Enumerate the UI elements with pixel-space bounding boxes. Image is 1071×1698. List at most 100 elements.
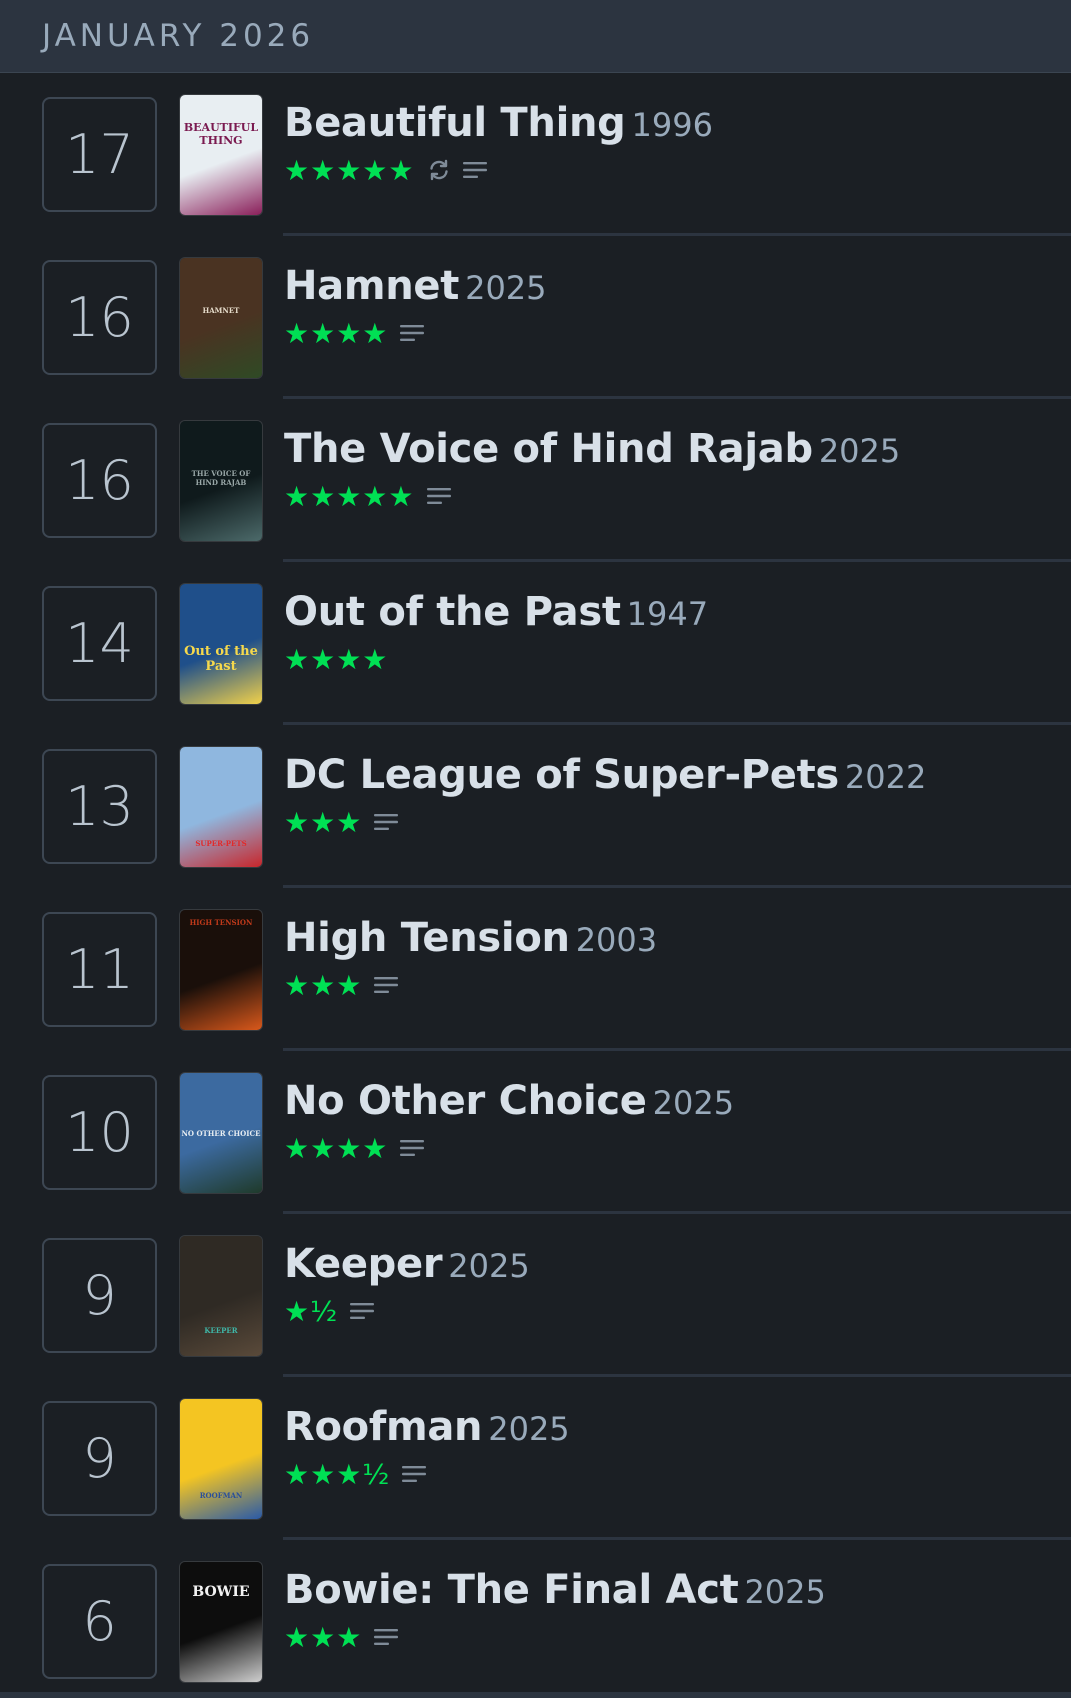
diary-entry[interactable]: 10 NO OTHER CHOICE No Other Choice 2025 ★★★★: [0, 1051, 1071, 1214]
meta-line: ★★★★★: [284, 153, 713, 187]
diary-entry[interactable]: 16 HAMNET Hamnet 2025 ★★★★: [0, 236, 1071, 399]
entry-info: High Tension 2003 ★★★: [284, 918, 657, 1002]
diary-entry[interactable]: 9 ROOFMAN Roofman 2025 ★★★½: [0, 1377, 1071, 1540]
film-poster[interactable]: ROOFMAN: [180, 1399, 262, 1519]
review-lines-icon[interactable]: [350, 1302, 375, 1320]
title-line: No Other Choice 2025: [284, 1081, 734, 1121]
review-lines-icon[interactable]: [374, 1628, 399, 1646]
film-title[interactable]: No Other Choice: [284, 1078, 647, 1124]
film-title[interactable]: Roofman: [284, 1404, 483, 1450]
star-rating: ★★★: [284, 968, 363, 1002]
film-year[interactable]: 2025: [744, 1573, 825, 1611]
day-number[interactable]: 13: [42, 749, 157, 864]
film-year[interactable]: 2022: [845, 758, 926, 796]
meta-line: ★½: [284, 1294, 530, 1328]
entry-info: Bowie: The Final Act 2025 ★★★: [284, 1570, 826, 1654]
title-line: Bowie: The Final Act 2025: [284, 1570, 826, 1610]
meta-line: ★★★: [284, 968, 657, 1002]
day-number[interactable]: 16: [42, 260, 157, 375]
title-line: Hamnet 2025: [284, 266, 547, 306]
diary-entry[interactable]: 16 THE VOICE OF HIND RAJAB The Voice of Hi…: [0, 399, 1071, 562]
diary-entry[interactable]: 9 KEEPER Keeper 2025 ★½: [0, 1214, 1071, 1377]
day-number[interactable]: 10: [42, 1075, 157, 1190]
poster-title-text: THE VOICE OF HIND RAJAB: [191, 469, 251, 487]
review-lines-icon[interactable]: [374, 976, 399, 994]
day-number[interactable]: 9: [42, 1401, 157, 1516]
diary-entry[interactable]: 11 HIGH TENSION High Tension 2003 ★★★: [0, 888, 1071, 1051]
entry-info: Keeper 2025 ★½: [284, 1244, 530, 1328]
film-title[interactable]: Hamnet: [284, 263, 459, 309]
diary-page: JANUARY 2026 17 BEAUTIFUL THING Beautiful …: [0, 0, 1071, 1698]
entry-info: Out of the Past 1947 ★★★★: [284, 589, 708, 676]
review-lines-icon[interactable]: [402, 1465, 427, 1483]
star-rating: ★★★: [284, 1620, 363, 1654]
entry-info: DC League of Super-Pets 2022 ★★★: [284, 755, 926, 839]
day-number[interactable]: 9: [42, 1238, 157, 1353]
review-lines-icon[interactable]: [400, 324, 425, 342]
meta-line: ★★★★: [284, 316, 547, 350]
review-lines-icon[interactable]: [462, 161, 487, 179]
poster-title-text: BOWIE: [192, 1584, 250, 1600]
film-year[interactable]: 2025: [448, 1247, 529, 1285]
day-number[interactable]: 16: [42, 423, 157, 538]
film-year[interactable]: 2025: [819, 432, 900, 470]
poster-title-text: SUPER-PETS: [195, 839, 247, 848]
film-poster[interactable]: KEEPER: [180, 1236, 262, 1356]
review-lines-icon[interactable]: [426, 487, 451, 505]
film-title[interactable]: High Tension: [284, 915, 570, 961]
film-year[interactable]: 2025: [465, 269, 546, 307]
title-line: DC League of Super-Pets 2022: [284, 755, 926, 795]
review-lines-icon[interactable]: [400, 1139, 425, 1157]
film-poster[interactable]: BOWIE: [180, 1562, 262, 1682]
film-title[interactable]: Keeper: [284, 1241, 443, 1287]
film-year[interactable]: 2025: [653, 1084, 734, 1122]
film-title[interactable]: Out of the Past: [284, 589, 621, 635]
diary-entry[interactable]: 14 Out of the Past Out of the Past 1947 ★★★★: [0, 562, 1071, 725]
film-poster[interactable]: HAMNET: [180, 258, 262, 378]
rewatch-icon: [427, 158, 451, 182]
film-year[interactable]: 1947: [627, 595, 708, 633]
film-title[interactable]: Bowie: The Final Act: [284, 1567, 739, 1613]
star-rating: ★½: [284, 1294, 339, 1328]
day-number[interactable]: 11: [42, 912, 157, 1027]
star-rating: ★★★★★: [284, 153, 415, 187]
bottom-divider: [0, 1692, 1071, 1698]
month-label: JANUARY 2026: [42, 18, 315, 54]
diary-entry[interactable]: 13 SUPER-PETS DC League of Super-Pets 2022 ★…: [0, 725, 1071, 888]
film-title[interactable]: DC League of Super-Pets: [284, 752, 839, 798]
film-poster[interactable]: BEAUTIFUL THING: [180, 95, 262, 215]
review-lines-icon[interactable]: [374, 813, 399, 831]
meta-line: ★★★★: [284, 1131, 734, 1165]
poster-title-text: HIGH TENSION: [189, 918, 253, 927]
film-poster[interactable]: NO OTHER CHOICE: [180, 1073, 262, 1193]
film-year[interactable]: 2025: [488, 1410, 569, 1448]
poster-title-text: HAMNET: [202, 306, 240, 315]
poster-title-text: Out of the Past: [184, 644, 258, 674]
film-year[interactable]: 1996: [632, 106, 713, 144]
poster-title-text: ROOFMAN: [199, 1491, 243, 1500]
day-number[interactable]: 14: [42, 586, 157, 701]
film-poster[interactable]: THE VOICE OF HIND RAJAB: [180, 421, 262, 541]
film-poster[interactable]: HIGH TENSION: [180, 910, 262, 1030]
star-rating: ★★★½: [284, 1457, 391, 1491]
film-poster[interactable]: Out of the Past: [180, 584, 262, 704]
star-rating: ★★★: [284, 805, 363, 839]
title-line: High Tension 2003: [284, 918, 657, 958]
meta-line: ★★★★★: [284, 480, 900, 513]
title-line: Keeper 2025: [284, 1244, 530, 1284]
star-rating: ★★★★: [284, 316, 389, 350]
film-poster[interactable]: SUPER-PETS: [180, 747, 262, 867]
film-title[interactable]: The Voice of Hind Rajab: [284, 426, 813, 472]
star-rating: ★★★★: [284, 1131, 389, 1165]
day-number[interactable]: 6: [42, 1564, 157, 1679]
entry-info: The Voice of Hind Rajab 2025 ★★★★★: [284, 426, 900, 513]
title-line: Beautiful Thing 1996: [284, 103, 713, 143]
diary-entry[interactable]: 17 BEAUTIFUL THING Beautiful Thing 1996 ★★★★…: [0, 73, 1071, 236]
star-rating: ★★★★: [284, 642, 389, 676]
day-number[interactable]: 17: [42, 97, 157, 212]
film-year[interactable]: 2003: [576, 921, 657, 959]
month-header: JANUARY 2026: [0, 0, 1071, 73]
film-title[interactable]: Beautiful Thing: [284, 100, 626, 146]
diary-entry[interactable]: 6 BOWIE Bowie: The Final Act 2025 ★★★: [0, 1540, 1071, 1698]
entry-info: Beautiful Thing 1996 ★★★★★: [284, 103, 713, 187]
